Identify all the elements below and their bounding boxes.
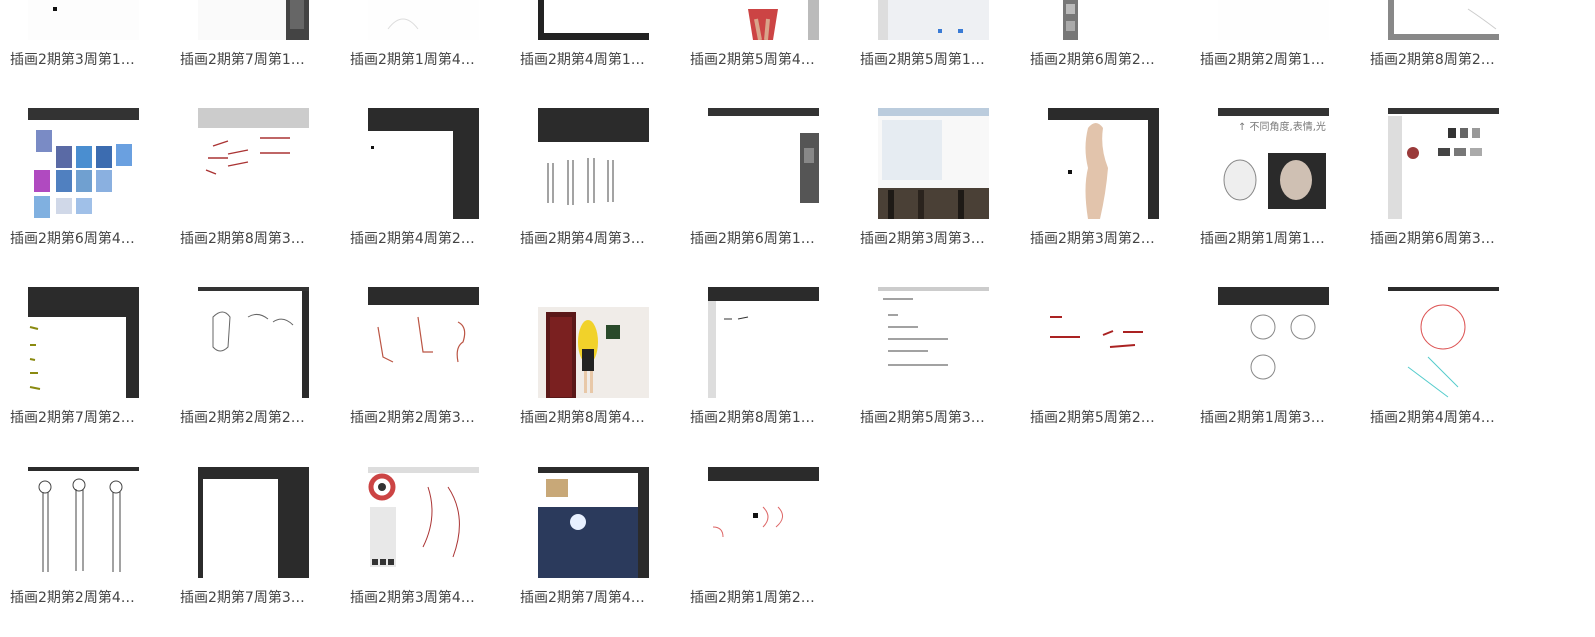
file-name[interactable]: 插画2期第4周第4… (1370, 409, 1530, 427)
file-tile[interactable]: 插画2期第2周第4… (10, 467, 170, 637)
file-thumbnail[interactable] (1388, 108, 1499, 219)
file-thumbnail[interactable] (878, 0, 989, 40)
file-thumbnail[interactable] (198, 108, 309, 219)
file-tile[interactable]: 插画2期第2周第1… (1200, 0, 1360, 99)
file-thumbnail[interactable] (878, 108, 989, 219)
file-tile[interactable]: 插画2期第4周第4… (1370, 287, 1530, 457)
file-name[interactable]: 插画2期第1周第1… (1200, 230, 1360, 248)
file-thumbnail[interactable] (708, 287, 819, 398)
file-thumbnail[interactable] (368, 287, 479, 398)
file-name[interactable]: 插画2期第8周第3… (180, 230, 340, 248)
file-thumbnail[interactable] (708, 467, 819, 578)
file-tile[interactable]: 插画2期第4周第1… (520, 0, 680, 99)
file-name[interactable]: 插画2期第6周第3… (1370, 230, 1530, 248)
file-tile[interactable]: 插画2期第2周第3… (350, 287, 510, 457)
file-tile[interactable]: 插画2期第5周第1… (860, 0, 1020, 99)
svg-text:↑ 不同角度,表情,光: ↑ 不同角度,表情,光 (1238, 120, 1326, 133)
file-thumbnail[interactable] (1388, 0, 1499, 40)
file-thumbnail[interactable] (538, 108, 649, 219)
file-tile[interactable]: 插画2期第7周第1… (180, 0, 340, 99)
scrollbar[interactable] (1568, 0, 1595, 616)
file-name[interactable]: 插画2期第2周第4… (10, 589, 170, 607)
file-thumbnail[interactable] (198, 467, 309, 578)
file-tile[interactable]: 插画2期第3周第1… (10, 0, 170, 99)
file-tile[interactable]: 插画2期第8周第3… (180, 108, 340, 278)
file-tile[interactable]: 插画2期第5周第3… (860, 287, 1020, 457)
file-thumbnail[interactable] (1048, 0, 1159, 40)
file-name[interactable]: 插画2期第5周第2… (1030, 409, 1190, 427)
file-thumbnail[interactable]: ↑ 不同角度,表情,光 (1218, 108, 1329, 219)
file-tile[interactable]: 插画2期第7周第3… (180, 467, 340, 637)
file-name[interactable]: 插画2期第1周第3… (1200, 409, 1360, 427)
file-tile[interactable]: 插画2期第4周第3… (520, 108, 680, 278)
file-tile[interactable]: 插画2期第7周第2… (10, 287, 170, 457)
file-name[interactable]: 插画2期第4周第2… (350, 230, 510, 248)
file-name[interactable]: 插画2期第1周第4… (350, 51, 510, 69)
file-tile[interactable]: 插画2期第6周第4… (10, 108, 170, 278)
file-thumbnail[interactable] (538, 287, 649, 398)
file-thumbnail[interactable] (198, 0, 309, 40)
file-tile[interactable]: 插画2期第1周第3… (1200, 287, 1360, 457)
file-name[interactable]: 插画2期第7周第3… (180, 589, 340, 607)
file-tile[interactable]: ↑ 不同角度,表情,光插画2期第1周第1… (1200, 108, 1360, 278)
file-tile[interactable]: 插画2期第7周第4… (520, 467, 680, 637)
file-tile[interactable]: 插画2期第4周第2… (350, 108, 510, 278)
file-thumbnail[interactable] (28, 467, 139, 578)
file-name[interactable]: 插画2期第3周第2… (1030, 230, 1190, 248)
file-name[interactable]: 插画2期第5周第1… (860, 51, 1020, 69)
file-thumbnail[interactable] (1048, 108, 1159, 219)
file-tile[interactable]: 插画2期第5周第4… (690, 0, 850, 99)
file-name[interactable]: 插画2期第6周第2… (1030, 51, 1190, 69)
file-thumbnail[interactable] (28, 108, 139, 219)
file-tile[interactable]: 插画2期第2周第2… (180, 287, 340, 457)
file-name[interactable]: 插画2期第2周第1… (1200, 51, 1360, 69)
file-tile[interactable]: 插画2期第8周第1… (690, 287, 850, 457)
file-tile[interactable]: 插画2期第3周第2… (1030, 108, 1190, 278)
file-thumbnail[interactable] (368, 467, 479, 578)
file-tile[interactable]: 插画2期第5周第2… (1030, 287, 1190, 457)
file-thumbnail[interactable] (28, 0, 139, 40)
file-thumbnail[interactable] (1218, 287, 1329, 398)
file-tile[interactable]: 插画2期第1周第4… (350, 0, 510, 99)
file-name[interactable]: 插画2期第4周第1… (520, 51, 680, 69)
file-name[interactable]: 插画2期第3周第3… (860, 230, 1020, 248)
file-name[interactable]: 插画2期第3周第4… (350, 589, 510, 607)
file-thumbnail[interactable] (1388, 287, 1499, 398)
file-tile[interactable]: 插画2期第8周第2… (1370, 0, 1530, 99)
file-tile[interactable]: 插画2期第6周第2… (1030, 0, 1190, 99)
file-name[interactable]: 插画2期第4周第3… (520, 230, 680, 248)
file-name[interactable]: 插画2期第7周第1… (180, 51, 340, 69)
file-name[interactable]: 插画2期第8周第1… (690, 409, 850, 427)
file-name[interactable]: 插画2期第5周第4… (690, 51, 850, 69)
file-thumbnail[interactable] (708, 0, 819, 40)
file-name[interactable]: 插画2期第5周第3… (860, 409, 1020, 427)
file-tile[interactable]: 插画2期第3周第3… (860, 108, 1020, 278)
file-name[interactable]: 插画2期第2周第3… (350, 409, 510, 427)
file-name[interactable]: 插画2期第6周第4… (10, 230, 170, 248)
file-thumbnail[interactable] (198, 287, 309, 398)
file-name[interactable]: 插画2期第8周第4… (520, 409, 680, 427)
file-tile[interactable]: 插画2期第1周第2… (690, 467, 850, 637)
file-thumbnail[interactable] (368, 108, 479, 219)
file-name[interactable]: 插画2期第3周第1… (10, 51, 170, 69)
file-name[interactable]: 插画2期第7周第2… (10, 409, 170, 427)
file-thumbnail[interactable] (538, 467, 649, 578)
file-tile[interactable]: 插画2期第6周第3… (1370, 108, 1530, 278)
file-tile[interactable]: 插画2期第8周第4… (520, 287, 680, 457)
file-thumbnail[interactable] (1048, 287, 1159, 398)
file-name[interactable]: 插画2期第2周第2… (180, 409, 340, 427)
file-name[interactable]: 插画2期第1周第2… (690, 589, 850, 607)
file-thumbnail[interactable] (878, 287, 989, 398)
file-thumbnail[interactable] (708, 108, 819, 219)
file-tile[interactable]: 插画2期第6周第1… (690, 108, 850, 278)
file-name[interactable]: 插画2期第6周第1… (690, 230, 850, 248)
file-thumbnail[interactable] (368, 0, 479, 40)
file-name[interactable]: 插画2期第7周第4… (520, 589, 680, 607)
file-thumbnail[interactable] (28, 287, 139, 398)
file-thumbnail[interactable] (1218, 0, 1329, 40)
file-name[interactable]: 插画2期第8周第2… (1370, 51, 1530, 69)
file-tile[interactable]: 插画2期第3周第4… (350, 467, 510, 637)
file-thumbnail[interactable] (538, 0, 649, 40)
